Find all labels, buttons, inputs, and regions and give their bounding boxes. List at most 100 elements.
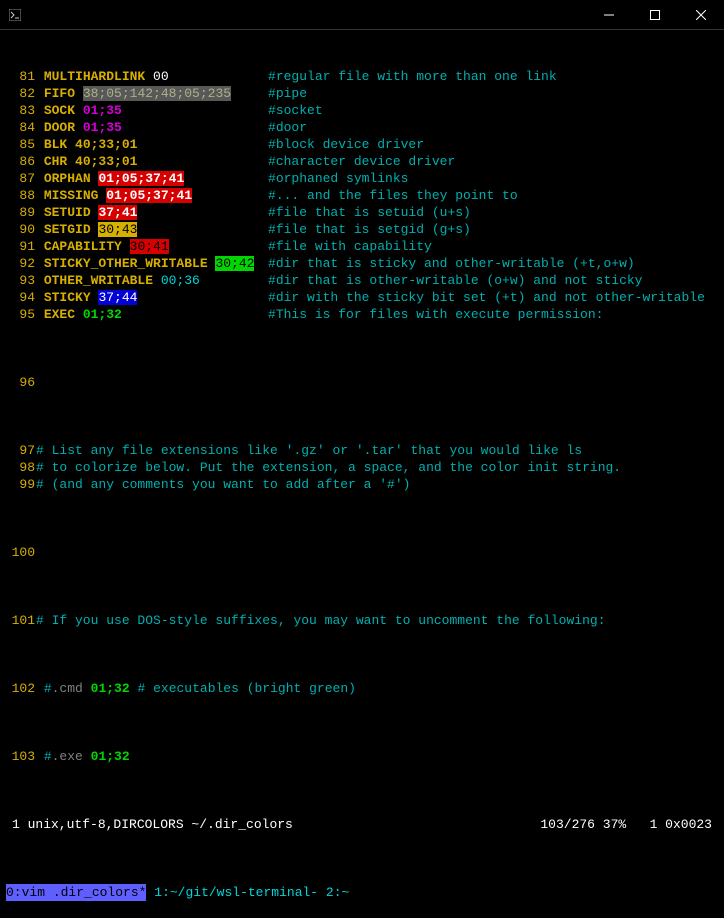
- comment-hash: #: [268, 136, 276, 153]
- app-icon: [0, 0, 30, 30]
- comment-text: ... and the files they point to: [276, 187, 518, 204]
- line-number: 92: [6, 255, 36, 272]
- comment-text: # (and any comments you want to add afte…: [36, 476, 410, 493]
- dircolors-value: 30;41: [130, 239, 169, 254]
- line-number: 97: [6, 442, 36, 459]
- comment-text: # List any file extensions like '.gz' or…: [36, 442, 582, 459]
- comment-hash: #: [268, 255, 276, 272]
- window-titlebar: [0, 0, 724, 30]
- line-number: 85: [6, 136, 36, 153]
- dircolors-key: MULTIHARDLINK: [44, 69, 145, 84]
- dircolors-value: 40;33;01: [75, 137, 137, 152]
- comment-hash: #: [268, 153, 276, 170]
- status-right: 103/276 37% 1 0x0023: [540, 816, 712, 833]
- code-line: 90 SETGID 30;43# file that is setgid (g+…: [6, 221, 718, 238]
- code-line: 103 #.exe 01;32: [6, 748, 718, 765]
- comment-text: regular file with more than one link: [276, 68, 557, 85]
- dircolors-key: SETUID: [44, 205, 91, 220]
- line-number: 82: [6, 85, 36, 102]
- comment-hash: #: [268, 68, 276, 85]
- code-line: 91 CAPABILITY 30;41# file with capabilit…: [6, 238, 718, 255]
- line-number: 90: [6, 221, 36, 238]
- comment-text: socket: [276, 102, 323, 119]
- line-number: 83: [6, 102, 36, 119]
- code-line: 100: [6, 544, 718, 561]
- dircolors-key: STICKY: [44, 290, 91, 305]
- dircolors-key: BLK: [44, 137, 67, 152]
- line-number: 96: [6, 374, 36, 391]
- tmux-tab-active[interactable]: 0:vim .dir_colors*: [6, 884, 146, 901]
- code-line: 95 EXEC 01;32# This is for files with ex…: [6, 306, 718, 323]
- comment-text: dir that is other-writable (o+w) and not…: [276, 272, 643, 289]
- line-number: 89: [6, 204, 36, 221]
- line-number: 101: [6, 612, 36, 629]
- terminal-content[interactable]: 81 MULTIHARDLINK 00 # regular file with m…: [0, 30, 724, 918]
- line-number: 95: [6, 306, 36, 323]
- line-number: 86: [6, 153, 36, 170]
- comment-text: orphaned symlinks: [276, 170, 409, 187]
- dircolors-key: ORPHAN: [44, 171, 91, 186]
- comment-text: pipe: [276, 85, 307, 102]
- line-number: 103: [6, 748, 36, 765]
- code-line: 86 CHR 40;33;01# character device driver: [6, 153, 718, 170]
- comment-hash: #: [268, 170, 276, 187]
- comment-text: character device driver: [276, 153, 455, 170]
- dircolors-value: 30;42: [215, 256, 254, 271]
- comment-text: This is for files with execute permissio…: [276, 306, 604, 323]
- dircolors-key: DOOR: [44, 120, 75, 135]
- dircolors-value: 30;43: [98, 222, 137, 237]
- dircolors-key: OTHER_WRITABLE: [44, 273, 153, 288]
- dircolors-value: 37;41: [98, 205, 137, 220]
- dircolors-value: 01;35: [83, 103, 122, 118]
- comment-hash: #: [268, 238, 276, 255]
- dircolors-value: 01;35: [83, 120, 122, 135]
- tmux-tab[interactable]: 2:~: [326, 884, 349, 901]
- tmux-tab[interactable]: 1:~/git/wsl-terminal-: [154, 884, 318, 901]
- comment-text: dir that is sticky and other-writable (+…: [276, 255, 635, 272]
- comment-text: block device driver: [276, 136, 424, 153]
- line-number: 94: [6, 289, 36, 306]
- comment-hash: #: [268, 289, 276, 306]
- comment-text: dir with the sticky bit set (+t) and not…: [276, 289, 705, 306]
- code-line: 88 MISSING 01;05;37;41# ... and the file…: [6, 187, 718, 204]
- close-button[interactable]: [678, 0, 724, 30]
- code-line: 99 # (and any comments you want to add a…: [6, 476, 718, 493]
- code-line: 89 SETUID 37;41# file that is setuid (u+…: [6, 204, 718, 221]
- dircolors-value: 37;44: [98, 290, 137, 305]
- code-line: 102 #.cmd 01;32 # executables (bright gr…: [6, 680, 718, 697]
- dircolors-value: 01;05;37;41: [106, 188, 192, 203]
- code-line: 96: [6, 374, 718, 391]
- dircolors-value: 01;32: [83, 307, 122, 322]
- dircolors-value: 00: [153, 69, 169, 84]
- comment-hash: #: [268, 85, 276, 102]
- code-line: 98 # to colorize below. Put the extensio…: [6, 459, 718, 476]
- line-number: 87: [6, 170, 36, 187]
- dircolors-value: 38;05;142;48;05;235: [83, 86, 231, 101]
- comment-text: # If you use DOS-style suffixes, you may…: [36, 612, 606, 629]
- comment-hash: #: [268, 119, 276, 136]
- dircolors-key: SOCK: [44, 103, 75, 118]
- code-line: 84 DOOR 01;35 # door: [6, 119, 718, 136]
- status-left: 1 unix,utf-8,DIRCOLORS ~/.dir_colors: [12, 816, 293, 833]
- code-line: 81 MULTIHARDLINK 00 # regular file with m…: [6, 68, 718, 85]
- comment-text: file that is setgid (g+s): [276, 221, 471, 238]
- comment-hash: #: [268, 102, 276, 119]
- dircolors-key: STICKY_OTHER_WRITABLE: [44, 256, 208, 271]
- line-number: 100: [6, 544, 36, 561]
- code-line: 87 ORPHAN 01;05;37;41# orphaned symlinks: [6, 170, 718, 187]
- code-line: 97 # List any file extensions like '.gz'…: [6, 442, 718, 459]
- dircolors-value: 00;36: [161, 273, 200, 288]
- dircolors-key: MISSING: [44, 188, 99, 203]
- line-number: 91: [6, 238, 36, 255]
- minimize-button[interactable]: [586, 0, 632, 30]
- code-line: 93 OTHER_WRITABLE 00;36# dir that is oth…: [6, 272, 718, 289]
- dircolors-value: 40;33;01: [75, 154, 137, 169]
- comment-text: door: [276, 119, 307, 136]
- dircolors-key: SETGID: [44, 222, 91, 237]
- maximize-button[interactable]: [632, 0, 678, 30]
- line-number: 88: [6, 187, 36, 204]
- line-number: 84: [6, 119, 36, 136]
- line-number: 81: [6, 68, 36, 85]
- comment-hash: #: [268, 272, 276, 289]
- code-line: 83 SOCK 01;35 # socket: [6, 102, 718, 119]
